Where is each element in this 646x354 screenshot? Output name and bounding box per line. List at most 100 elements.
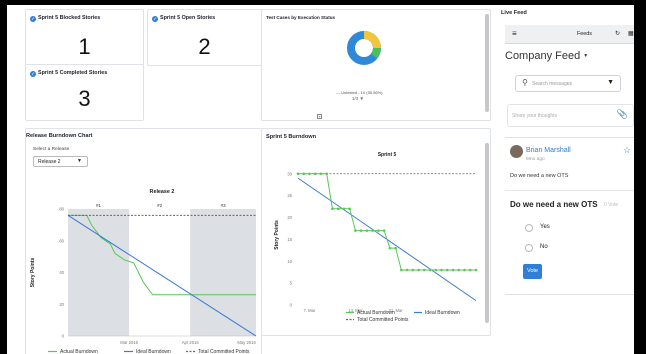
scrollbar[interactable]	[485, 14, 489, 112]
feed-toolbar: ≡ Feeds ↻ ▦	[505, 25, 634, 44]
paperclip-icon[interactable]: 📎	[617, 109, 628, 120]
search-icon: ⚲	[522, 78, 528, 87]
select-release-label: Select a Release	[33, 147, 70, 152]
widget-title: Test Cases by Execution Status	[266, 15, 336, 20]
data-point	[342, 207, 346, 211]
y-tick-label: 25	[287, 193, 292, 198]
data-point	[354, 229, 357, 232]
poll-option-yes-radio[interactable]	[525, 224, 533, 232]
check-icon: ✓	[30, 16, 36, 22]
sprint-burndown-widget: Sprint 5 Burndown Sprint 5 Story Points 0 5…	[261, 128, 491, 336]
data-point	[377, 229, 380, 232]
data-point	[308, 172, 311, 176]
open-stories-tile[interactable]: ✓ Sprint 5 Open Stories 2	[147, 9, 262, 66]
vote-button[interactable]: Vote	[523, 264, 542, 279]
data-point	[463, 268, 466, 272]
feed-bottom-divider	[505, 294, 634, 295]
grid-icon[interactable]: ▦	[628, 30, 634, 37]
data-point	[434, 268, 438, 272]
chevron-down-icon: ▼	[77, 158, 82, 164]
tile-value: 1	[78, 34, 91, 59]
poll-option-no-radio[interactable]	[525, 244, 533, 252]
widget-title: Sprint 5 Burndown	[266, 134, 317, 140]
data-point	[474, 268, 478, 272]
y-tick-label: 60	[59, 238, 64, 243]
data-point	[428, 268, 432, 272]
chevron-down-icon[interactable]: ▼	[607, 79, 614, 86]
tile-value: 2	[198, 34, 211, 59]
x-tick-label: Mar 2016	[120, 340, 138, 345]
data-point	[296, 172, 300, 176]
y-axis-label: Story Points	[274, 220, 280, 250]
blocked-stories-tile[interactable]: ✓ Sprint 5 Blocked Stories 1	[25, 9, 144, 66]
y-tick-label: 30	[287, 171, 292, 176]
scrollbar[interactable]	[485, 143, 489, 323]
data-point	[468, 268, 472, 272]
legend-pager[interactable]: 1/3 ▼	[352, 96, 364, 101]
tile-title: Sprint 5 Blocked Stories	[38, 15, 101, 21]
x-tick-label: 7. Mar	[304, 308, 316, 313]
dashboard: ✓ Sprint 5 Blocked Stories 1 ✓ Sprint 5 Op…	[7, 5, 634, 354]
data-point	[411, 268, 415, 272]
sprint-band-label: #2	[157, 203, 163, 208]
legend-label: Total Committed Points	[198, 349, 250, 354]
data-point	[336, 207, 340, 211]
y-tick-label: 20	[59, 302, 64, 307]
y-tick-label: 40	[59, 270, 64, 275]
y-tick-label: 10	[287, 259, 292, 264]
post-text: Do we need a new OTS	[510, 173, 569, 179]
avatar[interactable]	[510, 145, 523, 158]
data-point	[348, 207, 351, 211]
post-time: 9mo ago	[526, 157, 545, 162]
sprint-band	[190, 209, 256, 336]
legend-label: Ideal Burndown	[136, 349, 171, 354]
data-point	[319, 172, 323, 176]
poll-option-label: No	[540, 244, 548, 250]
share-input[interactable]: Share your thoughts	[512, 113, 557, 119]
chart-title: Sprint 5	[378, 152, 397, 158]
data-point	[382, 229, 386, 232]
data-point	[405, 268, 409, 272]
star-icon[interactable]: ☆	[623, 145, 631, 156]
data-point	[440, 268, 443, 272]
data-point	[388, 246, 392, 250]
legend-item: — Untested - 10 (55.56%)	[336, 90, 383, 95]
release-burndown-chart[interactable]: #1 #2 #3 Release 2 Story Points 0 20 40 60 80 Mar …	[26, 181, 263, 354]
sprint-band-label: #3	[221, 203, 227, 208]
donut-chart[interactable]	[346, 30, 382, 66]
data-point	[400, 268, 403, 272]
expand-icon[interactable]: +	[317, 114, 322, 119]
menu-icon[interactable]: ≡	[512, 29, 517, 38]
y-tick-label: 0	[62, 334, 65, 339]
poll-option-label: Yes	[540, 224, 550, 230]
y-axis-label: Story Points	[30, 258, 36, 288]
company-feed-title[interactable]: Company Feed ▼	[505, 50, 588, 62]
legend-label: Total Committed Points	[357, 317, 409, 323]
data-point	[331, 207, 334, 211]
y-tick-label: 20	[287, 215, 292, 220]
sprint-band-label: #1	[96, 203, 102, 208]
poll-divider	[505, 190, 634, 191]
release-select-value: Release 2	[38, 159, 61, 165]
data-point	[359, 229, 363, 232]
x-tick-label: May 2016	[237, 340, 256, 345]
share-box[interactable]: Share your thoughts 📎	[507, 104, 634, 127]
release-select[interactable]: Release 2 ▼	[33, 156, 88, 167]
check-icon: ✓	[30, 71, 36, 77]
data-point	[365, 229, 369, 232]
post-author[interactable]: Brian Marshall	[526, 147, 571, 154]
tile-value: 3	[78, 86, 91, 111]
search-input[interactable]: Search messages	[532, 81, 572, 87]
y-tick-label: 5	[290, 281, 293, 286]
chart-title: Release 2	[150, 189, 175, 195]
completed-stories-tile[interactable]: ✓ Sprint 5 Completed Stories 3	[25, 64, 144, 121]
sprint-burndown-chart[interactable]: Sprint 5Story Points0510152025307. Mar 14…	[264, 143, 484, 333]
x-tick-label: Apr 2016	[182, 340, 200, 345]
test-cases-widget: Test Cases by Execution Status — Unteste…	[261, 9, 491, 121]
search-box[interactable]: ⚲ Search messages ▼	[515, 75, 621, 92]
live-feed-title: Live Feed	[501, 10, 527, 16]
tab-feeds[interactable]: Feeds	[577, 31, 592, 37]
poll-question: Do we need a new OTS	[510, 200, 598, 209]
refresh-icon[interactable]: ↻	[615, 30, 620, 37]
poll-votes: 0 Vote	[604, 202, 619, 208]
